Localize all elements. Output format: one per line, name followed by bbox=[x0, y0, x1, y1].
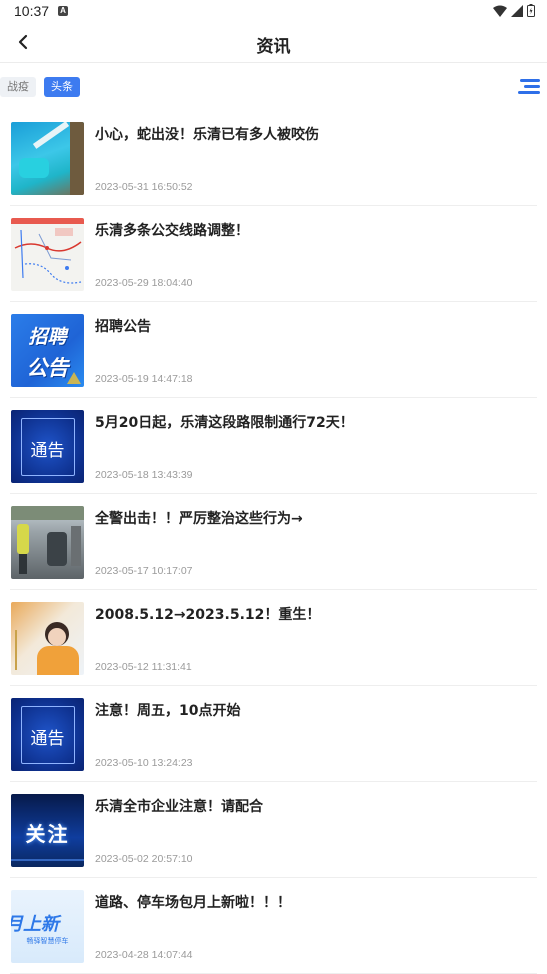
news-title: 2008.5.12→2023.5.12！重生！ bbox=[95, 607, 321, 623]
news-list: 小心，蛇出没！乐清已有多人被咬伤 2023-05-31 16:50:52 乐清多… bbox=[0, 110, 547, 974]
top-nav-bar: 资讯 bbox=[0, 24, 547, 63]
news-title: 乐清全市企业注意！请配合 bbox=[95, 799, 263, 815]
tab-toutiao[interactable]: 头条 bbox=[44, 77, 80, 97]
news-item[interactable]: 月上新 畅驿智慧停车 道路、停车场包月上新啦！！！ 2023-04-28 14:… bbox=[10, 878, 537, 974]
battery-icon bbox=[527, 4, 535, 17]
menu-list-icon[interactable] bbox=[518, 78, 540, 96]
news-date: 2023-05-18 13:43:39 bbox=[95, 469, 193, 481]
news-date: 2023-05-17 10:17:07 bbox=[95, 565, 193, 577]
news-thumbnail: 招聘 公告 bbox=[11, 314, 84, 387]
news-title: 注意！周五，10点开始 bbox=[95, 703, 241, 719]
notification-icon: A bbox=[58, 6, 68, 16]
news-date: 2023-05-02 20:57:10 bbox=[95, 853, 193, 865]
news-item[interactable]: 招聘 公告 招聘公告 2023-05-19 14:47:18 bbox=[10, 302, 537, 398]
page-title: 资讯 bbox=[256, 37, 291, 57]
news-date: 2023-05-19 14:47:18 bbox=[95, 373, 193, 385]
news-thumbnail: 关注 bbox=[11, 794, 84, 867]
news-title: 小心，蛇出没！乐清已有多人被咬伤 bbox=[95, 127, 319, 143]
news-thumbnail bbox=[11, 602, 84, 675]
news-item[interactable]: 关注 乐清全市企业注意！请配合 2023-05-02 20:57:10 bbox=[10, 782, 537, 878]
news-thumbnail: 通告 bbox=[11, 698, 84, 771]
thumb-caption: 关注 bbox=[25, 822, 70, 846]
status-icons bbox=[493, 4, 535, 17]
thumb-caption: 招聘 bbox=[28, 326, 67, 348]
news-date: 2023-05-10 13:24:23 bbox=[95, 757, 193, 769]
thumb-caption: 月上新 bbox=[11, 914, 59, 935]
news-item[interactable]: 通告 5月20日起，乐清这段路限制通行72天！ 2023-05-18 13:43… bbox=[10, 398, 537, 494]
thumb-caption: 通告 bbox=[30, 441, 65, 461]
thumb-caption: 畅驿智慧停车 bbox=[26, 937, 69, 945]
news-item[interactable]: 通告 注意！周五，10点开始 2023-05-10 13:24:23 bbox=[10, 686, 537, 782]
signal-icon bbox=[511, 4, 523, 17]
news-item[interactable]: 小心，蛇出没！乐清已有多人被咬伤 2023-05-31 16:50:52 bbox=[10, 110, 537, 206]
thumb-caption: 通告 bbox=[30, 729, 65, 749]
news-title: 招聘公告 bbox=[95, 319, 151, 335]
news-date: 2023-04-28 14:07:44 bbox=[95, 949, 193, 961]
news-thumbnail bbox=[11, 218, 84, 291]
news-item[interactable]: 2008.5.12→2023.5.12！重生！ 2023-05-12 11:31… bbox=[10, 590, 537, 686]
category-tabs: 战疫 头条 bbox=[0, 76, 547, 100]
wifi-icon bbox=[493, 5, 507, 17]
news-thumbnail: 通告 bbox=[11, 410, 84, 483]
news-thumbnail: 月上新 畅驿智慧停车 bbox=[11, 890, 84, 963]
tab-zhanyi[interactable]: 战疫 bbox=[0, 77, 36, 97]
news-item[interactable]: 乐清多条公交线路调整！ 2023-05-29 18:04:40 bbox=[10, 206, 537, 302]
news-item[interactable]: 全警出击！！严厉整治这些行为→ 2023-05-17 10:17:07 bbox=[10, 494, 537, 590]
status-bar: 10:37 A bbox=[0, 0, 547, 24]
news-date: 2023-05-31 16:50:52 bbox=[95, 181, 193, 193]
news-title: 5月20日起，乐清这段路限制通行72天！ bbox=[95, 415, 354, 431]
news-date: 2023-05-29 18:04:40 bbox=[95, 277, 193, 289]
news-title: 乐清多条公交线路调整！ bbox=[95, 223, 249, 239]
news-date: 2023-05-12 11:31:41 bbox=[95, 661, 192, 673]
news-thumbnail bbox=[11, 506, 84, 579]
news-title: 全警出击！！严厉整治这些行为→ bbox=[95, 511, 303, 527]
status-time: 10:37 bbox=[14, 3, 50, 19]
news-thumbnail bbox=[11, 122, 84, 195]
news-title: 道路、停车场包月上新啦！！！ bbox=[95, 895, 291, 911]
